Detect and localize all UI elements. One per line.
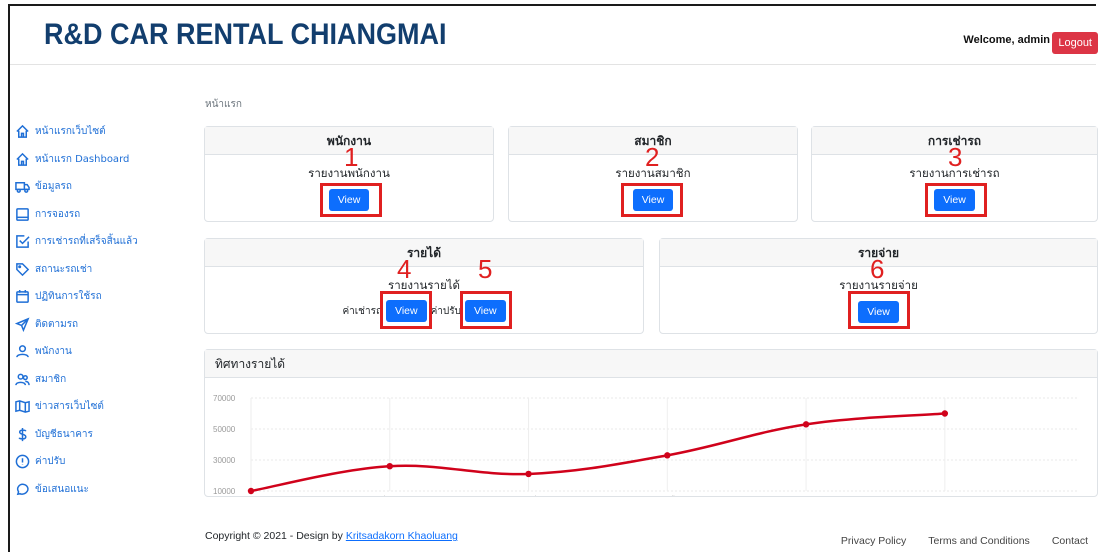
person-icon <box>14 344 31 359</box>
sidebar-item-label: ค่าปรับ <box>35 456 66 468</box>
terms-link[interactable]: Terms and Conditions <box>928 535 1030 547</box>
sidebar-item-label: ข้อเสนอแนะ <box>35 483 89 495</box>
author-link[interactable]: Kritsadakorn Khaoluang <box>346 530 458 542</box>
sidebar-item-bank-accounts[interactable]: บัญชีธนาคาร <box>14 421 194 449</box>
annotation-marker-6: 6 <box>870 254 885 284</box>
sidebar-item-calendar[interactable]: ปฏิทินการใช้รถ <box>14 283 194 311</box>
annotation-box-6 <box>848 291 910 329</box>
logout-button[interactable]: Logout <box>1052 32 1098 54</box>
data-point <box>802 421 810 428</box>
annotation-box-2 <box>621 183 683 217</box>
annotation-marker-2: 2 <box>645 142 660 172</box>
sidebar-item-website-home[interactable]: หน้าแรกเว็บไซต์ <box>14 118 194 146</box>
x-tick-label: May <box>799 494 813 496</box>
annotation-marker-1: 1 <box>344 142 359 172</box>
home-icon <box>14 124 31 139</box>
sidebar-item-employees[interactable]: พนักงาน <box>14 338 194 366</box>
sidebar-item-label: บัญชีธนาคาร <box>35 428 93 440</box>
sidebar-item-label: หน้าแรกเว็บไซต์ <box>35 126 106 138</box>
sidebar-item-news[interactable]: ข่าวสารเว็บไซต์ <box>14 393 194 421</box>
truck-icon <box>14 179 31 194</box>
x-tick-label: April <box>660 494 675 496</box>
data-point <box>664 452 671 459</box>
data-point <box>941 410 949 417</box>
annotation-box-3 <box>925 183 987 217</box>
copyright-text: Copyright © 2021 - Design by <box>205 530 346 542</box>
data-point <box>247 487 255 495</box>
annotation-box-4 <box>380 291 432 329</box>
series-line <box>250 412 945 493</box>
footer-links: Privacy Policy Terms and Conditions Cont… <box>841 535 1088 547</box>
fine-label: ค่าปรับ <box>430 305 461 317</box>
contact-link[interactable]: Contact <box>1052 535 1088 547</box>
brand-title[interactable]: R&D CAR RENTAL CHIANGMAI <box>44 18 446 52</box>
sidebar-item-label: ติดตามรถ <box>35 318 79 330</box>
x-tick-label: June <box>937 494 953 496</box>
annotation-box-5 <box>460 291 512 329</box>
chat-icon <box>14 482 31 497</box>
annotation-marker-5: 5 <box>478 254 493 284</box>
sidebar-item-label: สมาชิก <box>35 373 67 385</box>
annotation-marker-4: 4 <box>397 254 412 284</box>
window-icon <box>14 207 31 222</box>
calendar-icon <box>14 289 31 304</box>
send-icon <box>14 317 31 332</box>
annotation-box-1 <box>320 183 382 217</box>
chart-title: ทิศทางรายได้ <box>205 350 1097 378</box>
sidebar-item-members[interactable]: สมาชิก <box>14 366 194 394</box>
sidebar-item-label: หน้าแรก Dashboard <box>35 153 130 165</box>
sidebar-item-rental-status[interactable]: สถานะรถเช่า <box>14 256 194 284</box>
footer-copyright: Copyright © 2021 - Design by Kritsadakor… <box>205 530 458 542</box>
tag-icon <box>14 262 31 277</box>
sidebar-item-label: การจองรถ <box>35 208 81 220</box>
sidebar-item-completed-rentals[interactable]: การเช่ารถที่เสร็จสิ้นแล้ว <box>14 228 194 256</box>
people-icon <box>14 372 31 387</box>
sidebar-item-booking[interactable]: การจองรถ <box>14 201 194 229</box>
income-trend-card: ทิศทางรายได้ 70000 50000 30000 10000January… <box>204 349 1098 503</box>
sidebar-item-label: พนักงาน <box>35 346 72 358</box>
x-tick-label: January <box>238 494 265 496</box>
x-tick-label: March <box>518 494 539 496</box>
sidebar-item-label: ข่าวสารเว็บไซต์ <box>35 401 104 413</box>
breadcrumb[interactable]: หน้าแรก <box>205 97 242 112</box>
card-title: รายได้ <box>205 239 643 267</box>
data-point <box>386 463 393 470</box>
sidebar-item-label: ปฏิทินการใช้รถ <box>35 291 102 303</box>
y-tick-label: 10000 <box>213 487 236 496</box>
sidebar-item-label: ข้อมูลรถ <box>35 181 72 193</box>
rent-fee-label: ค่าเช่ารถ <box>342 305 383 317</box>
check-square-icon <box>14 234 31 249</box>
sidebar: หน้าแรกเว็บไซต์ หน้าแรก Dashboard ข้อมูล… <box>14 118 194 503</box>
data-point <box>525 470 532 478</box>
header-divider <box>10 64 1096 65</box>
sidebar-item-dashboard[interactable]: หน้าแรก Dashboard <box>14 146 194 174</box>
welcome-text: Welcome, admin <box>963 34 1050 46</box>
income-trend-chart: 70000 50000 30000 10000January February March… <box>213 394 1077 503</box>
dollar-icon <box>14 427 31 442</box>
y-tick-label: 50000 <box>213 425 236 434</box>
sidebar-item-cars[interactable]: ข้อมูลรถ <box>14 173 194 201</box>
sidebar-item-label: การเช่ารถที่เสร็จสิ้นแล้ว <box>35 236 138 248</box>
map-icon <box>14 399 31 414</box>
home-icon <box>14 152 31 167</box>
y-tick-label: 70000 <box>213 394 236 403</box>
x-tick-label: February <box>375 494 405 496</box>
y-tick-label: 30000 <box>213 456 236 465</box>
alert-circle-icon <box>14 454 31 469</box>
sidebar-item-feedback[interactable]: ข้อเสนอแนะ <box>14 476 194 504</box>
sidebar-item-tracking[interactable]: ติดตามรถ <box>14 311 194 339</box>
sidebar-item-fines[interactable]: ค่าปรับ <box>14 448 194 476</box>
annotation-marker-3: 3 <box>948 142 963 172</box>
sidebar-item-label: สถานะรถเช่า <box>35 263 93 275</box>
privacy-policy-link[interactable]: Privacy Policy <box>841 535 906 547</box>
